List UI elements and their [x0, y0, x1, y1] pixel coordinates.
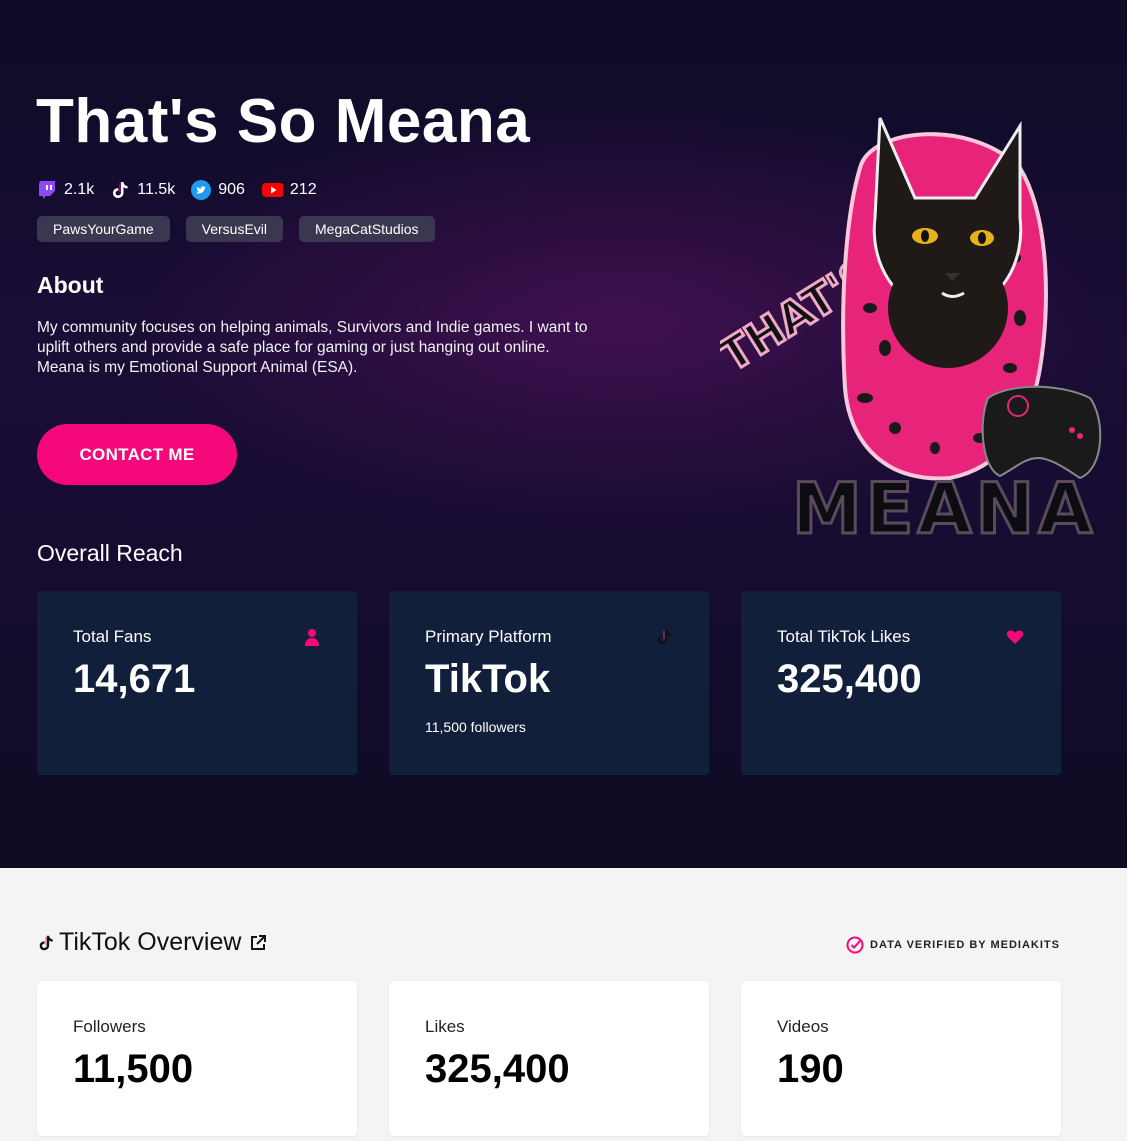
user-icon — [305, 629, 319, 646]
social-tiktok[interactable]: 11.5k — [110, 180, 175, 200]
tiktok-overview-title: TikTok Overview — [59, 928, 242, 956]
card-label: Total TikTok Likes — [777, 627, 911, 646]
card-value: 14,671 — [73, 657, 196, 701]
youtube-icon — [261, 183, 283, 197]
external-link-icon[interactable] — [249, 934, 267, 952]
social-youtube[interactable]: 212 — [261, 180, 317, 200]
card-subtext: 11,500 followers — [425, 719, 526, 735]
tag-versusevil[interactable]: VersusEvil — [185, 216, 284, 242]
tiktok-overview-section: TikTok Overview DATA VERIFIED BY MEDIAKI… — [0, 868, 1127, 1141]
social-twitch[interactable]: 2.1k — [37, 180, 94, 200]
about-heading: About — [37, 272, 104, 298]
card-label: Videos — [777, 1017, 829, 1036]
total-fans-card: Total Fans 14,671 — [37, 591, 357, 775]
youtube-count: 212 — [289, 181, 317, 198]
verified-label: DATA VERIFIED BY MEDIAKITS — [870, 939, 1060, 951]
svg-text:MEANA: MEANA — [792, 468, 1096, 548]
about-text: My community focuses on helping animals,… — [37, 319, 588, 376]
verified-badge: DATA VERIFIED BY MEDIAKITS — [846, 936, 1060, 954]
tiktok-overview-header: TikTok Overview — [37, 928, 267, 957]
card-label: Primary Platform — [425, 627, 552, 646]
twitter-icon — [191, 180, 212, 200]
contact-me-button[interactable]: CONTACT ME — [37, 424, 237, 485]
card-label: Followers — [73, 1017, 146, 1036]
total-tiktok-likes-card: Total TikTok Likes 325,400 — [741, 591, 1061, 775]
card-value: TikTok — [425, 657, 551, 701]
card-label: Total Fans — [73, 627, 152, 646]
mascot-illustration: THAT'S SO MEANA — [720, 117, 1102, 549]
tiktok-icon — [113, 182, 128, 198]
twitch-icon — [39, 181, 55, 199]
social-twitter[interactable]: 906 — [191, 180, 245, 200]
tag-megacatstudios[interactable]: MegaCatStudios — [299, 216, 435, 242]
primary-platform-card: Primary Platform TikTok 11,500 followers — [389, 591, 709, 775]
card-value: 190 — [777, 1047, 844, 1091]
overall-reach-heading: Overall Reach — [37, 540, 183, 566]
page-title: That's So Meana — [36, 87, 531, 156]
videos-card: Videos 190 — [741, 981, 1061, 1136]
tag-list: PawsYourGame VersusEvil MegaCatStudios — [37, 216, 451, 242]
tag-pawsyourgame[interactable]: PawsYourGame — [37, 216, 170, 242]
verified-check-icon — [846, 936, 864, 954]
likes-card: Likes 325,400 — [389, 981, 709, 1136]
card-value: 325,400 — [777, 657, 922, 701]
social-counts: 2.1k 11.5k 906 212 — [37, 180, 333, 200]
tiktok-count: 11.5k — [137, 181, 176, 198]
card-value: 11,500 — [73, 1047, 194, 1091]
heart-icon — [1006, 630, 1024, 644]
card-label: Likes — [425, 1017, 465, 1036]
tiktok-icon — [657, 629, 671, 645]
mascot-bottom-text: MEANA — [791, 467, 1096, 549]
twitter-count: 906 — [218, 181, 245, 198]
hero-section: That's So Meana 2.1k 11.5k 906 212 PawsY… — [0, 0, 1127, 868]
card-value: 325,400 — [425, 1047, 570, 1091]
tiktok-icon — [39, 935, 53, 950]
twitch-count: 2.1k — [64, 181, 95, 198]
followers-card: Followers 11,500 — [37, 981, 357, 1136]
